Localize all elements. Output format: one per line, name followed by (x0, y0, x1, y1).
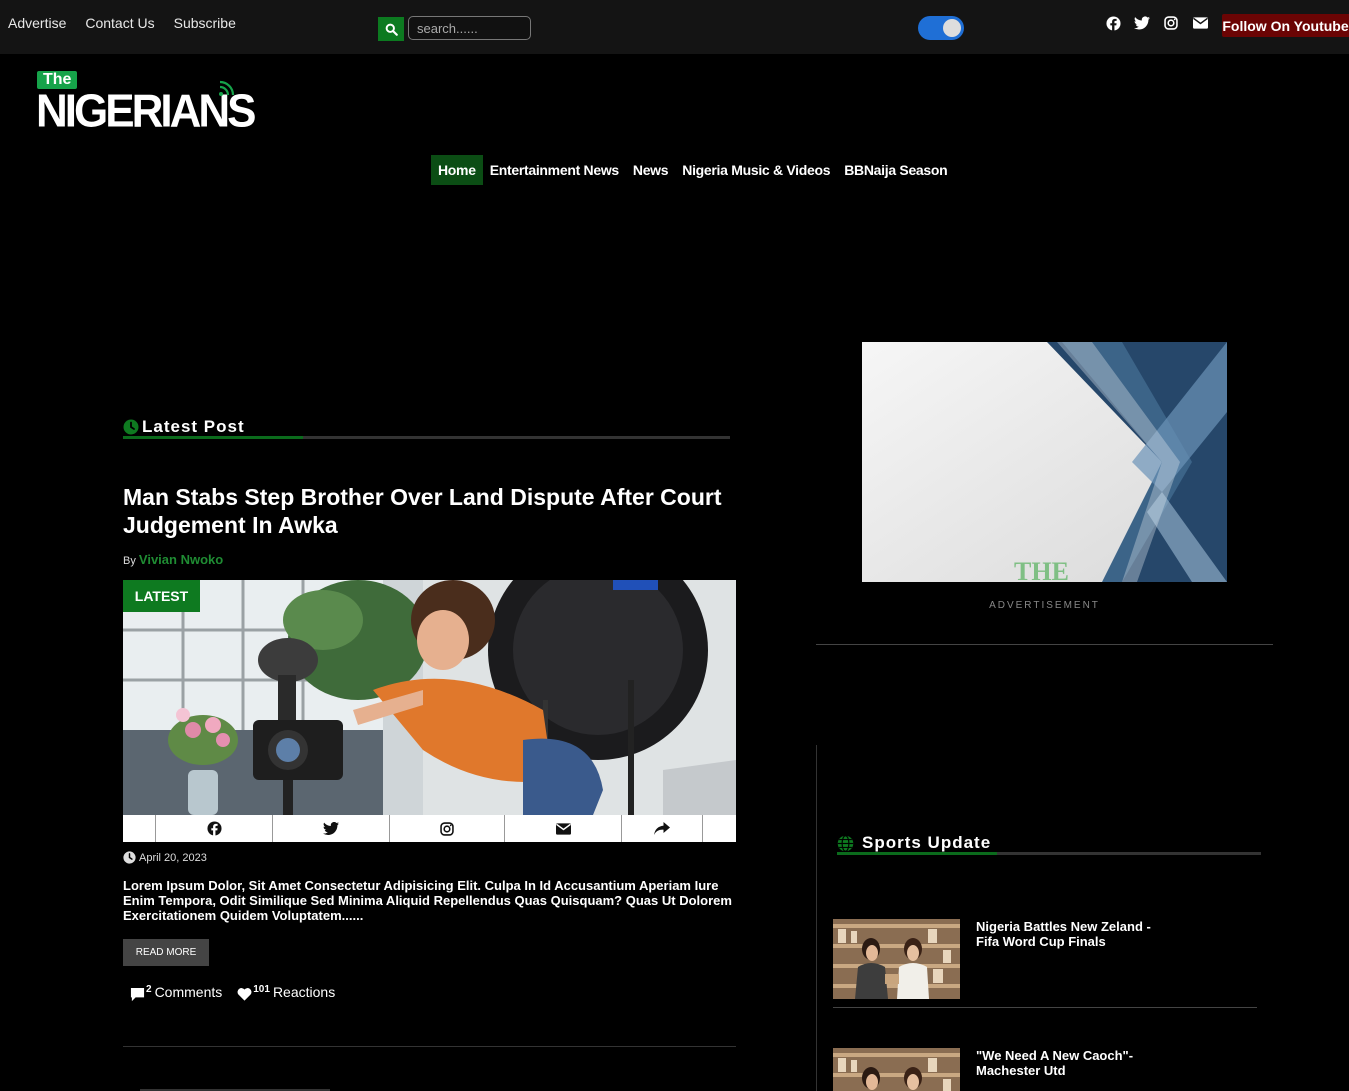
follow-youtube-button[interactable]: Follow On Youtube (1222, 14, 1349, 37)
main-nav: Home Entertainment News News Nigeria Mus… (431, 155, 954, 185)
sports-item-title[interactable]: Nigeria Battles New Zeland - Fifa Word C… (976, 919, 1176, 949)
search-button[interactable] (378, 17, 404, 41)
latest-post-underline (123, 436, 730, 439)
top-bar: Advertise Contact Us Subscribe Follow On… (0, 0, 1349, 54)
share-instagram-button[interactable] (390, 815, 505, 842)
sports-item-title[interactable]: "We Need A New Caoch"- Machester Utd (976, 1048, 1176, 1078)
share-twitter-button[interactable] (273, 815, 390, 842)
sports-update-heading: Sports Update (862, 833, 992, 852)
sidebar-vertical-line (816, 745, 817, 1091)
post-title[interactable]: Man Stabs Step Brother Over Land Dispute… (123, 483, 723, 539)
twitter-icon[interactable] (1134, 15, 1150, 31)
search-input[interactable] (408, 16, 531, 40)
email-icon (555, 822, 571, 835)
clock-icon (123, 419, 139, 435)
comment-icon (130, 987, 145, 1002)
comments-label: Comments (154, 984, 223, 1000)
heart-icon (237, 988, 252, 1001)
ad-logo-text: THE (1014, 557, 1069, 582)
dark-mode-toggle[interactable] (918, 16, 964, 40)
post-excerpt: Lorem Ipsum Dolor, Sit Amet Consectetur … (123, 878, 732, 923)
sports-thumbnail[interactable] (833, 919, 960, 999)
latest-badge: LATEST (123, 580, 200, 612)
globe-icon (837, 834, 854, 852)
instagram-icon[interactable] (1163, 15, 1179, 31)
sports-update-underline (837, 852, 1261, 855)
contact-us-link[interactable]: Contact Us (85, 15, 154, 31)
post-date: April 20, 2023 (123, 851, 207, 864)
nav-home[interactable]: Home (431, 155, 483, 185)
post-divider (123, 1046, 736, 1047)
nav-news[interactable]: News (626, 155, 675, 185)
reactions-count: 101 (253, 984, 270, 995)
post-byline: By Vivian Nwoko (123, 552, 223, 567)
search-icon (385, 23, 398, 36)
byline-prefix: By (123, 555, 136, 567)
advertisement-banner[interactable]: THE (862, 342, 1227, 582)
reactions-stat[interactable]: 101 Reactions (237, 984, 335, 1002)
email-icon[interactable] (1192, 15, 1208, 31)
comments-stat[interactable]: 2 Comments (130, 984, 222, 1002)
facebook-icon (206, 821, 222, 836)
sports-update-header: Sports Update (837, 833, 991, 853)
sports-divider (833, 1007, 1257, 1008)
instagram-icon (440, 821, 454, 836)
post-stats: 2 Comments 101 Reactions (130, 984, 335, 1002)
share-facebook-button[interactable] (156, 815, 273, 842)
latest-post-header: Latest Post (123, 417, 245, 437)
signal-icon (219, 80, 235, 96)
post-image[interactable] (123, 580, 736, 815)
top-links: Advertise Contact Us Subscribe (8, 15, 236, 31)
reactions-label: Reactions (272, 984, 336, 1000)
next-post-cutoff (140, 1084, 340, 1091)
toggle-knob (943, 19, 961, 37)
comments-count: 2 (146, 984, 152, 995)
latest-post-heading: Latest Post (142, 417, 245, 436)
twitter-icon (323, 822, 339, 835)
site-logo[interactable]: The NIGERIANS (36, 70, 256, 136)
post-author[interactable]: Vivian Nwoko (139, 552, 223, 567)
sidebar-divider (816, 644, 1273, 645)
subscribe-link[interactable]: Subscribe (174, 15, 236, 31)
share-spacer (123, 815, 156, 842)
read-more-button[interactable]: READ MORE (123, 939, 209, 966)
facebook-icon[interactable] (1105, 15, 1121, 31)
nav-nigeria-music-videos[interactable]: Nigeria Music & Videos (675, 155, 837, 185)
post-date-text: April 20, 2023 (139, 851, 207, 864)
advertisement-label: ADVERTISEMENT (989, 600, 1100, 611)
share-spacer-end (703, 815, 736, 842)
advertise-link[interactable]: Advertise (8, 15, 66, 31)
share-forward-button[interactable] (622, 815, 703, 842)
share-icon (654, 822, 670, 835)
clock-icon (123, 851, 136, 864)
nav-bbnaija-season[interactable]: BBNaija Season (837, 155, 954, 185)
share-email-button[interactable] (505, 815, 622, 842)
share-bar (123, 815, 736, 842)
nav-entertainment-news[interactable]: Entertainment News (483, 155, 626, 185)
sports-thumbnail[interactable] (833, 1048, 960, 1091)
